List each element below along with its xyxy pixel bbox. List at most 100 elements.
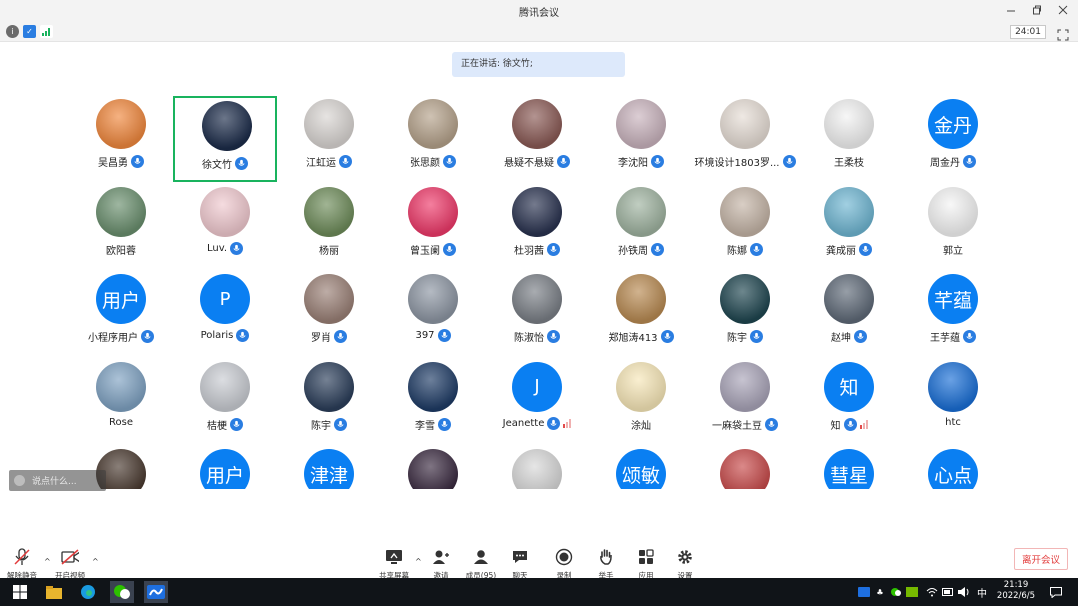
participant-tile[interactable]: Rose bbox=[69, 359, 173, 445]
participant-name: 江虹运 bbox=[306, 158, 336, 169]
participant-tile[interactable]: 吴昌勇 bbox=[69, 96, 173, 182]
participant-tile[interactable]: 芊蕴 王芋蕴 bbox=[901, 271, 1005, 357]
avatar bbox=[202, 101, 252, 151]
windows-start-icon[interactable] bbox=[8, 581, 32, 603]
participant-tile[interactable]: 郑旭涛413 bbox=[589, 271, 693, 357]
notification-icon[interactable] bbox=[1050, 586, 1062, 598]
participant-tile[interactable]: Luv. bbox=[173, 184, 277, 270]
microphone-icon bbox=[438, 417, 451, 431]
microphone-icon bbox=[557, 155, 570, 168]
invite-button[interactable]: 邀请 bbox=[421, 548, 461, 581]
participant-tile[interactable]: 赵坤 bbox=[797, 271, 901, 357]
tray-wechat-icon[interactable] bbox=[890, 586, 902, 598]
participant-tile[interactable]: 张思颜 bbox=[381, 96, 485, 182]
participant-name-row: htc bbox=[901, 417, 1005, 428]
participant-tile[interactable]: 颂敏 bbox=[589, 446, 693, 489]
settings-button[interactable]: 设置 bbox=[665, 548, 705, 581]
tray-game-icon[interactable]: ♣ bbox=[874, 586, 886, 598]
participant-tile[interactable]: 知知 bbox=[797, 359, 901, 445]
participant-tile[interactable]: 欧阳蓉 bbox=[69, 184, 173, 270]
participant-tile[interactable]: 杨丽 bbox=[277, 184, 381, 270]
participant-tile[interactable]: 涂灿 bbox=[589, 359, 693, 445]
avatar bbox=[408, 274, 458, 325]
participant-tile[interactable]: 一麻袋土豆 bbox=[693, 359, 797, 445]
participant-tile[interactable]: 江虹运 bbox=[277, 96, 381, 182]
microphone-icon bbox=[750, 242, 763, 256]
participant-tile[interactable]: 津津 bbox=[277, 446, 381, 489]
microphone-icon bbox=[443, 155, 456, 168]
tencent-meeting-icon[interactable] bbox=[144, 581, 168, 603]
leave-meeting-button[interactable]: 离开会议 bbox=[1014, 548, 1068, 570]
wifi-icon[interactable] bbox=[926, 586, 938, 598]
participant-name-row: 知 bbox=[797, 417, 901, 432]
tray-nvidia-icon[interactable] bbox=[906, 586, 918, 598]
participant-name-row: 涂灿 bbox=[589, 417, 693, 432]
participant-tile[interactable]: 杜羽茜 bbox=[485, 184, 589, 270]
participant-tile[interactable]: 郭立 bbox=[901, 184, 1005, 270]
avatar: 金丹 bbox=[928, 99, 978, 149]
participant-tile[interactable]: 陈宇 bbox=[277, 359, 381, 445]
unmute-button[interactable]: 解除静音 bbox=[2, 548, 42, 581]
avatar bbox=[200, 361, 250, 412]
participant-tile[interactable]: htc bbox=[901, 359, 1005, 445]
participant-tile[interactable]: 彗星 bbox=[797, 446, 901, 489]
battery-icon[interactable] bbox=[942, 586, 954, 598]
participant-tile[interactable]: 悬疑不悬疑 bbox=[485, 96, 589, 182]
close-icon[interactable] bbox=[1056, 3, 1070, 17]
participant-tile[interactable]: 徐文竹 bbox=[173, 96, 277, 182]
participant-tile[interactable]: P Polaris bbox=[173, 271, 277, 357]
participant-tile[interactable]: 心点 bbox=[901, 446, 1005, 489]
participant-name: 陈宇 bbox=[311, 420, 331, 432]
start-video-button[interactable]: 开启视频 bbox=[50, 548, 90, 581]
participant-tile[interactable] bbox=[381, 446, 485, 489]
avatar bbox=[304, 99, 354, 149]
wechat-icon[interactable] bbox=[110, 581, 134, 603]
participant-tile[interactable]: 397 bbox=[381, 271, 485, 357]
taskbar-clock[interactable]: 21:19 2022/6/5 bbox=[996, 580, 1036, 602]
participant-tile[interactable]: 李雪 bbox=[381, 359, 485, 445]
participant-tile[interactable]: 用户 小程序用户 bbox=[69, 271, 173, 357]
participant-tile[interactable]: 桔梗 bbox=[173, 359, 277, 445]
share-screen-button[interactable]: 共享屏幕 bbox=[374, 548, 414, 581]
participant-name-row: Luv. bbox=[173, 241, 277, 255]
raise-hand-button[interactable]: 举手 bbox=[586, 548, 626, 581]
participant-tile[interactable] bbox=[693, 446, 797, 489]
restore-icon[interactable] bbox=[1030, 3, 1044, 17]
participant-tile[interactable]: J Jeanette bbox=[485, 359, 589, 445]
edge-browser-icon[interactable] bbox=[76, 581, 100, 603]
participant-tile[interactable]: 王柔枝 bbox=[797, 96, 901, 182]
participant-tile[interactable]: 龚成丽 bbox=[797, 184, 901, 270]
participant-name: 桔梗 bbox=[207, 420, 227, 432]
network-signal-icon[interactable] bbox=[40, 25, 53, 38]
fullscreen-icon[interactable] bbox=[1057, 26, 1069, 41]
participant-tile[interactable]: 曾玉阑 bbox=[381, 184, 485, 270]
chat-input[interactable]: 说点什么... bbox=[9, 470, 106, 491]
record-button[interactable]: 录制 bbox=[544, 548, 584, 581]
participant-tile[interactable]: 罗肖 bbox=[277, 271, 381, 357]
video-options-chevron-icon[interactable]: ^ bbox=[92, 557, 99, 566]
avatar bbox=[512, 186, 562, 237]
volume-icon[interactable] bbox=[958, 586, 970, 598]
participant-tile[interactable]: 李沈阳 bbox=[589, 96, 693, 182]
participant-tile[interactable]: 孙铁周 bbox=[589, 184, 693, 270]
ime-indicator[interactable]: 中 bbox=[976, 586, 988, 600]
minimize-icon[interactable] bbox=[1004, 3, 1018, 17]
participant-tile[interactable]: 陈宇 bbox=[693, 271, 797, 357]
members-button[interactable]: 成员(95) bbox=[461, 548, 501, 581]
participant-tile[interactable]: 金丹 周金丹 bbox=[901, 96, 1005, 182]
apps-button[interactable]: 应用 bbox=[626, 548, 666, 581]
participant-tile[interactable]: 用户 bbox=[173, 446, 277, 489]
tray-app-icon[interactable] bbox=[858, 586, 870, 598]
participant-tile[interactable]: 陈淑怡 bbox=[485, 271, 589, 357]
security-shield-icon[interactable]: ✓ bbox=[23, 25, 36, 38]
avatar bbox=[96, 186, 146, 237]
microphone-icon bbox=[334, 417, 347, 431]
microphone-icon bbox=[437, 329, 451, 343]
emoji-icon[interactable] bbox=[14, 475, 25, 486]
info-icon[interactable]: i bbox=[6, 25, 19, 38]
participant-tile[interactable]: 环境设计1803罗... bbox=[693, 96, 797, 182]
participant-tile[interactable] bbox=[485, 446, 589, 489]
file-explorer-icon[interactable] bbox=[42, 581, 66, 603]
participant-tile[interactable]: 陈娜 bbox=[693, 184, 797, 270]
chat-button[interactable]: 聊天 bbox=[500, 548, 540, 581]
